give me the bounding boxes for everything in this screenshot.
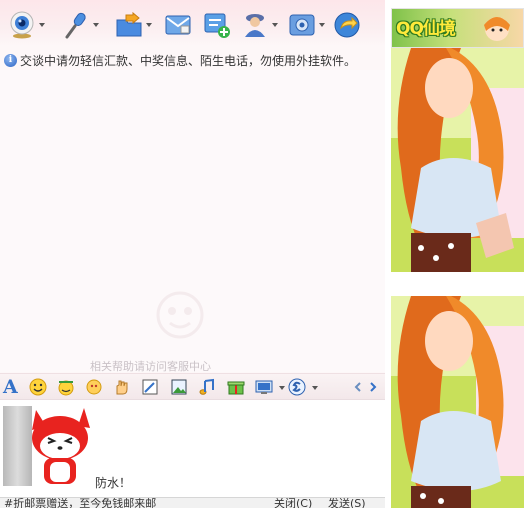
user-info-button[interactable] [241, 10, 278, 40]
music-icon[interactable] [198, 378, 216, 396]
emoticon-icon[interactable] [29, 378, 47, 396]
notice-text: 交谈中请勿轻信汇款、中奖信息、陌生电话，勿使用外挂软件。 [20, 53, 357, 68]
mail-button[interactable] [164, 10, 192, 40]
dropdown-caret-icon[interactable] [93, 23, 99, 27]
send-button[interactable]: 发送(S) [328, 498, 366, 508]
webcam-button[interactable] [8, 10, 45, 40]
bottom-status-text: #折邮票赠送，至今免钱邮来邮 [4, 497, 157, 508]
gift-icon[interactable] [227, 378, 245, 396]
top-toolbar [0, 0, 385, 46]
watermark-logo-icon [156, 291, 204, 339]
settings-button[interactable] [288, 10, 325, 40]
chat-pane: i 交谈中请勿轻信汇款、中奖信息、陌生电话，勿使用外挂软件。 相关帮助请访问客服… [0, 0, 385, 508]
close-button[interactable]: 关闭(C) [274, 498, 312, 508]
qq-show-photo [391, 48, 524, 272]
dropdown-caret-icon[interactable] [146, 23, 152, 27]
share-button[interactable] [333, 10, 361, 40]
voice-button[interactable] [62, 10, 99, 40]
qq-show-icon[interactable] [288, 378, 306, 396]
user-info-icon [245, 14, 265, 37]
qq-show-photo [391, 296, 524, 508]
ad-character-icon [484, 17, 510, 41]
info-icon: i [4, 53, 17, 67]
font-button[interactable]: A [3, 376, 18, 398]
ad-banner[interactable]: QQ仙境 [391, 8, 524, 48]
ad-logo-text: QQ仙境 [396, 19, 456, 39]
dropdown-caret-icon[interactable] [39, 23, 45, 27]
dropdown-caret-icon[interactable] [279, 386, 285, 390]
add-contact-button[interactable] [203, 10, 231, 40]
settings-icon [289, 14, 315, 36]
dropdown-caret-icon[interactable] [312, 386, 318, 390]
hand-icon[interactable] [113, 378, 131, 396]
mail-icon [165, 15, 191, 35]
share-icon [334, 12, 360, 38]
prev-icon[interactable] [353, 378, 363, 396]
dropdown-caret-icon[interactable] [319, 23, 325, 27]
format-toolbar: A [0, 373, 385, 399]
input-text: 防水！ [95, 476, 132, 490]
image-icon[interactable] [170, 378, 188, 396]
send-file-button[interactable] [115, 10, 152, 40]
record-icon[interactable] [255, 378, 273, 396]
security-notice: i 交谈中请勿轻信汇款、中奖信息、陌生电话，勿使用外挂软件。 [4, 52, 382, 68]
add-contact-icon [204, 13, 230, 38]
webcam-icon [10, 11, 34, 39]
send-file-icon [116, 11, 142, 37]
fox-mascot-avatar [32, 408, 90, 484]
next-icon[interactable] [368, 378, 378, 396]
shake-icon[interactable] [85, 378, 103, 396]
screenshot-icon[interactable] [141, 378, 159, 396]
bottom-bar: #折邮票赠送，至今免钱邮来邮 关闭(C) 发送(S) [0, 497, 385, 508]
watermark-text: 相关帮助请访问客服中心 [90, 360, 211, 373]
side-panel: QQ仙境 [385, 0, 524, 508]
microphone-icon [65, 12, 86, 39]
magic-emoticon-icon[interactable] [57, 378, 75, 396]
dropdown-caret-icon[interactable] [272, 23, 278, 27]
